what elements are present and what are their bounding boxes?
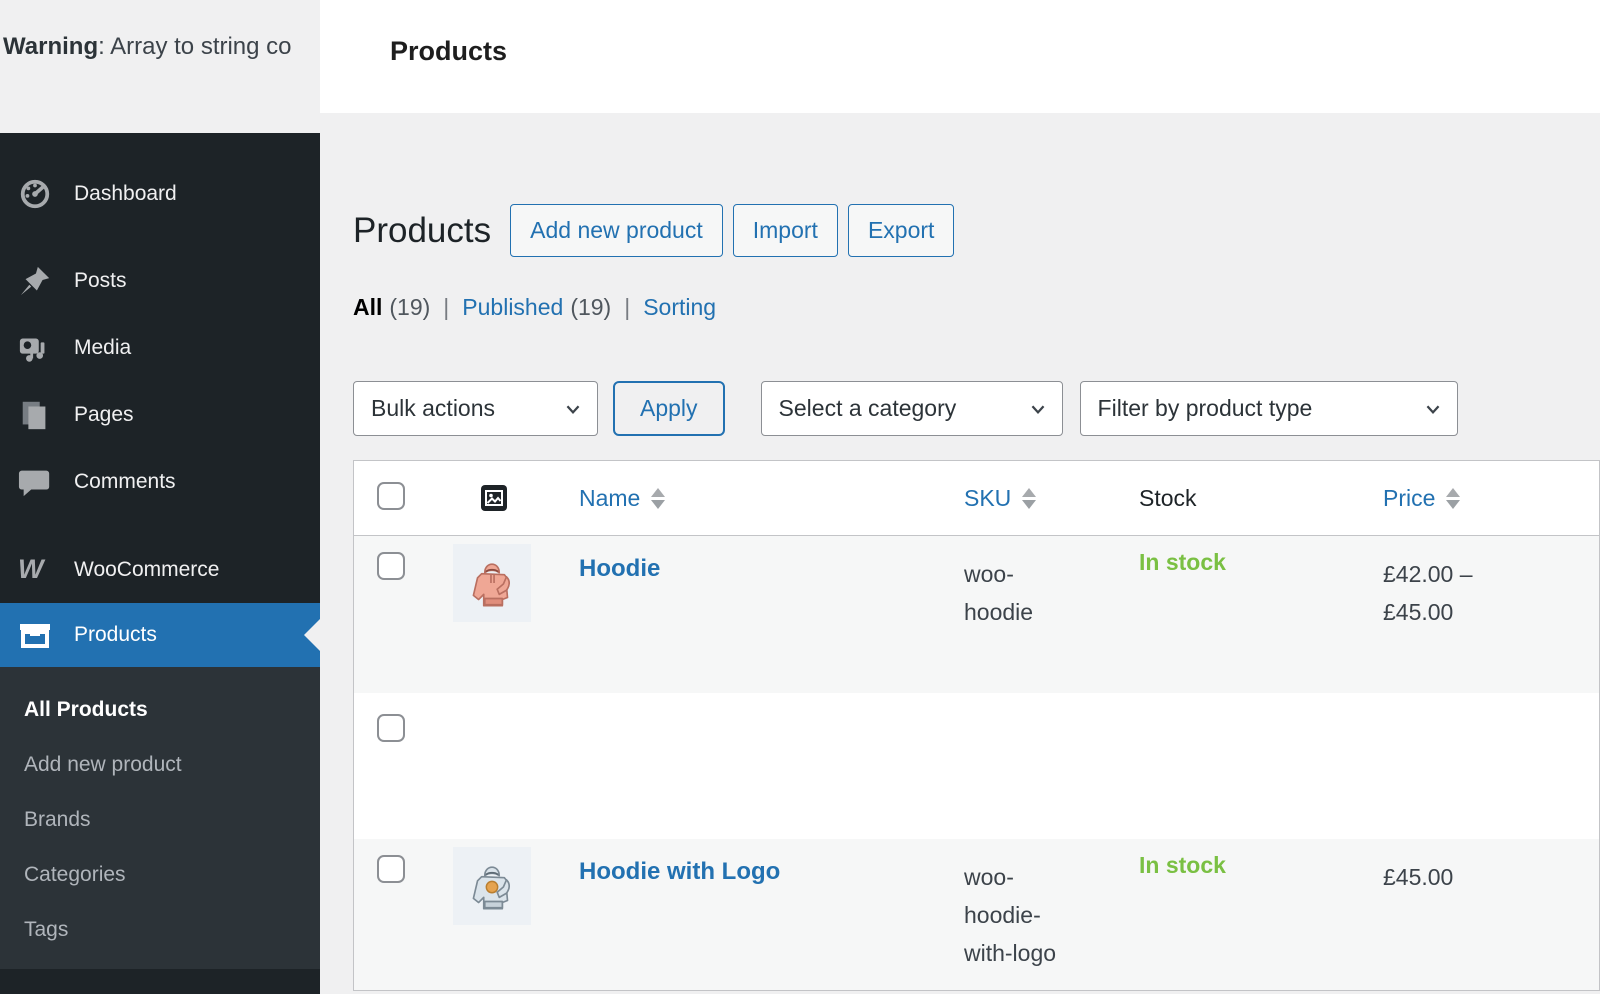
sidebar-item-woocommerce[interactable]: W WooCommerce: [0, 536, 320, 603]
admin-sidebar: Dashboard Posts Media Pages Comments W W…: [0, 133, 320, 994]
sidebar-item-label: Pages: [74, 402, 134, 426]
chevron-down-icon: [1031, 404, 1044, 414]
add-new-product-button[interactable]: Add new product: [510, 204, 723, 257]
warning-label: Warning: [3, 33, 99, 60]
sidebar-item-label: Dashboard: [74, 181, 177, 205]
product-sku: woo-hoodie-with-logo: [964, 864, 1057, 966]
sidebar-item-label: Comments: [74, 469, 176, 493]
table-row: Hoodie with Logo woo-hoodie-with-logo In…: [354, 839, 1599, 990]
submenu-item-brands[interactable]: Brands: [0, 792, 320, 847]
bulk-actions-value: Bulk actions: [371, 395, 496, 421]
table-row: Hoodie woo-hoodie In stock £42.00 – £45.…: [354, 536, 1599, 693]
sort-by-sku-header[interactable]: SKU: [964, 485, 1116, 512]
submenu-item-label: Tags: [24, 917, 69, 941]
sort-by-name-header[interactable]: Name: [579, 485, 941, 512]
view-separator: |: [443, 294, 450, 320]
sidebar-item-label: Posts: [74, 268, 127, 292]
sort-arrows-icon: [1446, 487, 1461, 509]
sidebar-item-label: Products: [74, 623, 157, 646]
view-sorting-link[interactable]: Sorting: [643, 294, 716, 321]
top-header-title: Products: [390, 36, 508, 66]
select-all-checkbox[interactable]: [377, 481, 405, 510]
bulk-actions-select[interactable]: Bulk actions: [353, 381, 598, 436]
image-column-icon: [481, 485, 507, 511]
product-price: £45.00: [1383, 864, 1454, 890]
column-label-name: Name: [579, 484, 641, 511]
sidebar-item-posts[interactable]: Posts: [0, 247, 320, 314]
comments-icon: [17, 464, 53, 500]
sidebar-item-pages[interactable]: Pages: [0, 381, 320, 448]
sidebar-item-comments[interactable]: Comments: [0, 448, 320, 515]
sidebar-item-media[interactable]: Media: [0, 314, 320, 381]
products-submenu: All Products Add new product Brands Cate…: [0, 667, 320, 969]
sidebar-item-products[interactable]: Products: [0, 603, 320, 667]
php-warning-notice: Warning: Array to string co: [0, 0, 320, 133]
column-label-sku: SKU: [964, 484, 1012, 511]
submenu-item-all-products[interactable]: All Products: [0, 682, 320, 737]
pages-icon: [17, 397, 53, 433]
column-label-stock: Stock: [1139, 484, 1197, 511]
sort-by-price-header[interactable]: Price: [1383, 485, 1599, 512]
table-header-row: Name SKU Stock Price: [354, 461, 1599, 536]
dashboard-gauge-icon: [17, 176, 53, 212]
product-type-filter-value: Filter by product type: [1097, 395, 1313, 421]
submenu-item-label: All Products: [24, 697, 148, 721]
submenu-item-categories[interactable]: Categories: [0, 847, 320, 902]
view-published-link[interactable]: Published: [462, 294, 563, 321]
product-name-link[interactable]: Hoodie: [579, 555, 660, 583]
category-filter-select[interactable]: Select a category: [760, 381, 1063, 436]
sidebar-item-label: Media: [74, 335, 132, 359]
sidebar-item-label: WooCommerce: [74, 557, 220, 581]
woocommerce-icon: W: [17, 552, 53, 588]
sort-arrows-icon: [651, 487, 666, 509]
view-published-count: (19): [570, 294, 612, 320]
apply-button[interactable]: Apply: [613, 381, 725, 436]
products-table: Name SKU Stock Price Hoodie woo-hoodie I…: [353, 460, 1600, 991]
product-sku: woo-hoodie: [964, 561, 1034, 625]
view-all-count: (19): [389, 294, 431, 320]
main-content: Products Add new product Import Export A…: [320, 113, 1600, 994]
product-type-filter-select[interactable]: Filter by product type: [1079, 381, 1458, 436]
view-filter-links: All (19) | Published (19) | Sorting: [353, 294, 1600, 321]
submenu-item-tags[interactable]: Tags: [0, 902, 320, 957]
sidebar-item-dashboard[interactable]: Dashboard: [0, 160, 320, 227]
svg-text:W: W: [18, 554, 46, 584]
table-row: [354, 693, 1599, 839]
active-menu-arrow: [304, 619, 320, 651]
category-filter-value: Select a category: [778, 395, 957, 421]
pushpin-icon: [17, 263, 53, 299]
chevron-down-icon: [1426, 404, 1439, 414]
sort-arrows-icon: [1022, 487, 1037, 509]
page-title: Products: [353, 210, 492, 250]
chevron-down-icon: [566, 404, 580, 414]
view-separator: |: [624, 294, 631, 320]
product-name-link[interactable]: Hoodie with Logo: [579, 858, 780, 886]
media-icon: [17, 330, 53, 366]
product-price: £42.00 – £45.00: [1383, 561, 1473, 625]
export-button[interactable]: Export: [847, 204, 955, 257]
warning-text: : Array to string co: [98, 33, 292, 60]
product-thumbnail-hoodie-with-logo[interactable]: [453, 847, 531, 925]
submenu-item-label: Categories: [24, 862, 126, 886]
select-row-checkbox[interactable]: [377, 552, 405, 580]
product-thumbnail-hoodie[interactable]: [453, 544, 531, 622]
view-all-link[interactable]: All: [353, 294, 382, 321]
import-button[interactable]: Import: [732, 204, 838, 257]
submenu-item-label: Brands: [24, 807, 91, 831]
stock-status: In stock: [1139, 549, 1226, 575]
select-row-checkbox[interactable]: [377, 714, 405, 742]
submenu-item-label: Add new product: [24, 752, 182, 776]
top-header: Products: [320, 0, 1600, 113]
stock-status: In stock: [1139, 852, 1226, 878]
select-row-checkbox[interactable]: [377, 855, 405, 883]
submenu-item-add-new-product[interactable]: Add new product: [0, 737, 320, 792]
products-box-icon: [17, 617, 53, 653]
column-label-price: Price: [1383, 484, 1436, 511]
